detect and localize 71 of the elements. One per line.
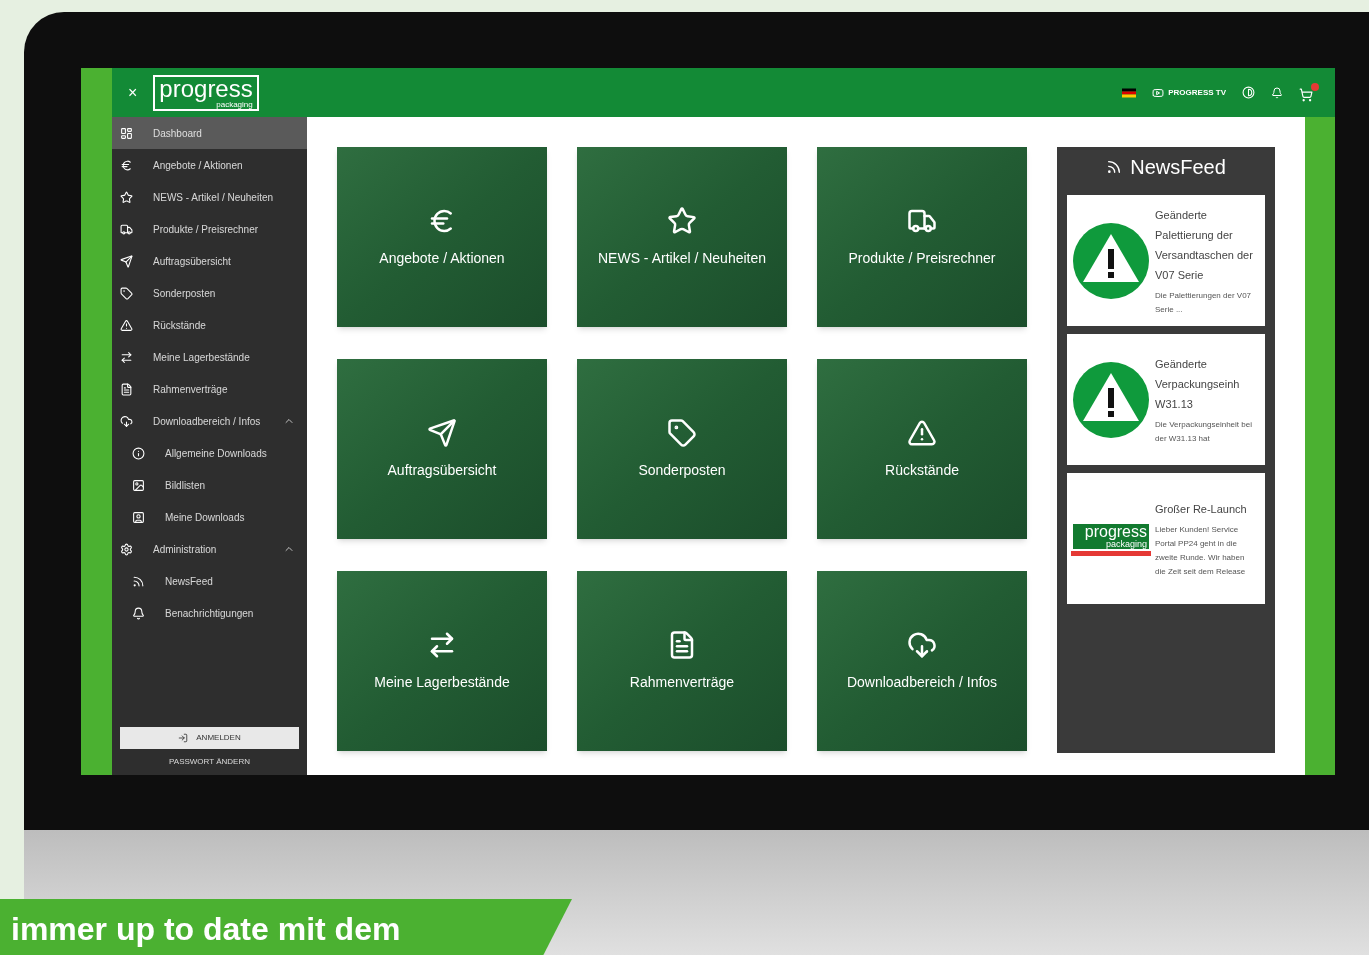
menu-icon bbox=[120, 222, 133, 236]
menu-icon bbox=[132, 606, 145, 620]
menu-icon bbox=[132, 574, 145, 588]
star-icon bbox=[667, 205, 697, 236]
dashboard-tile[interactable]: Produkte / Preisrechner bbox=[817, 147, 1027, 327]
sidebar-item[interactable]: Allgemeine Downloads bbox=[112, 437, 307, 469]
flag-icon bbox=[1122, 87, 1137, 98]
news-card[interactable]: Geänderte Palettierung der Versandtaschen der V07 Serie Die Palettierungen der V07 Serie ... bbox=[1067, 195, 1265, 326]
news-title: Großer Re-Launch bbox=[1155, 501, 1248, 517]
contrast-icon[interactable] bbox=[1242, 86, 1255, 99]
sidebar-item[interactable]: Administration bbox=[112, 533, 307, 565]
sidebar-item[interactable]: Bildlisten bbox=[112, 469, 307, 501]
sidebar-item[interactable]: Downloadbereich / Infos bbox=[112, 405, 307, 437]
sidebar-item[interactable]: Meine Lagerbestände bbox=[112, 341, 307, 373]
dashboard-tile[interactable]: Rückstände bbox=[817, 359, 1027, 539]
menu-icon bbox=[120, 318, 133, 332]
sidebar-item[interactable]: Auftragsübersicht bbox=[112, 245, 307, 277]
dashboard-tile[interactable]: Sonderposten bbox=[577, 359, 787, 539]
bell-icon[interactable] bbox=[1271, 86, 1283, 99]
send-icon bbox=[427, 417, 457, 448]
menu-icon bbox=[132, 478, 145, 492]
menu-icon bbox=[120, 254, 133, 268]
menu-icon bbox=[120, 158, 133, 172]
dashboard-tile[interactable]: Angebote / Aktionen bbox=[337, 147, 547, 327]
rss-icon bbox=[1106, 159, 1123, 175]
sidebar-item[interactable]: Sonderposten bbox=[112, 277, 307, 309]
cloud-download-icon bbox=[907, 629, 937, 660]
warning-icon bbox=[1071, 359, 1151, 440]
dashboard-tile[interactable]: Auftragsübersicht bbox=[337, 359, 547, 539]
newsfeed-title: NewsFeed bbox=[1130, 155, 1226, 180]
dashboard-tile[interactable]: Downloadbereich / Infos bbox=[817, 571, 1027, 751]
logo: progress packaging bbox=[1071, 521, 1151, 551]
news-title: Geänderte Palettierung der Versandtaschen der V07 Serie bbox=[1155, 207, 1254, 283]
menu-icon bbox=[120, 350, 133, 364]
news-title: Geänderte Verpackungseinh W31.13 bbox=[1155, 356, 1241, 412]
promo-banner: immer up to date mit dem bbox=[0, 899, 572, 955]
sidebar-item[interactable]: Benachrichtigungen bbox=[112, 597, 307, 629]
tag-icon bbox=[667, 417, 697, 448]
menu-icon bbox=[120, 414, 133, 428]
menu-icon bbox=[120, 542, 133, 556]
cart-icon[interactable] bbox=[1299, 82, 1319, 103]
sidebar-item[interactable]: NEWS - Artikel / Neuheiten bbox=[112, 181, 307, 213]
news-card[interactable]: Geänderte Verpackungseinh W31.13 Die Verpackungseinheit bei der W31.13 hat bbox=[1067, 334, 1265, 465]
sidebar-item[interactable]: Produkte / Preisrechner bbox=[112, 213, 307, 245]
news-body: Die Palettierungen der V07 Serie ... bbox=[1155, 289, 1253, 316]
login-button[interactable]: ANMELDEN bbox=[120, 727, 299, 749]
video-icon bbox=[1152, 86, 1165, 99]
news-body: Die Verpackungseinheit bei der W31.13 hat bbox=[1155, 418, 1253, 445]
menu-icon bbox=[132, 446, 145, 460]
password-link[interactable]: PASSWORT ÄNDERN bbox=[112, 749, 307, 775]
sidebar-item[interactable]: Angebote / Aktionen bbox=[112, 149, 307, 181]
login-icon bbox=[178, 733, 189, 743]
menu-icon bbox=[120, 126, 133, 140]
sidebar-item[interactable]: Meine Downloads bbox=[112, 501, 307, 533]
sidebar-item[interactable]: Rückstände bbox=[112, 309, 307, 341]
sidebar-item[interactable]: Dashboard bbox=[112, 117, 307, 149]
sidebar-item[interactable]: NewsFeed bbox=[112, 565, 307, 597]
sidebar-item[interactable]: Rahmenverträge bbox=[112, 373, 307, 405]
close-button[interactable]: × bbox=[128, 80, 138, 105]
tv-link[interactable]: PROGRESS TV bbox=[1152, 86, 1226, 99]
menu-icon bbox=[120, 382, 133, 396]
menu-icon bbox=[120, 190, 133, 204]
news-body: Lieber Kunden! Service Portal PP24 geht in die zweite Runde. Wir haben die Zeit seit dem Release bbox=[1155, 523, 1247, 578]
news-card[interactable]: progress packaging Großer Re-Launch Lieber Kunden! Service Portal PP24 geht in die zweite Runde. Wir haben die Zeit seit dem Release bbox=[1067, 473, 1265, 604]
menu-icon bbox=[120, 286, 133, 300]
menu-icon bbox=[132, 510, 145, 524]
warning-icon bbox=[1071, 220, 1151, 301]
logo: progress packaging bbox=[153, 74, 259, 111]
dashboard-tile[interactable]: Meine Lagerbestände bbox=[337, 571, 547, 751]
dashboard-tile[interactable]: Rahmenverträge bbox=[577, 571, 787, 751]
dashboard-tile[interactable]: NEWS - Artikel / Neuheiten bbox=[577, 147, 787, 327]
